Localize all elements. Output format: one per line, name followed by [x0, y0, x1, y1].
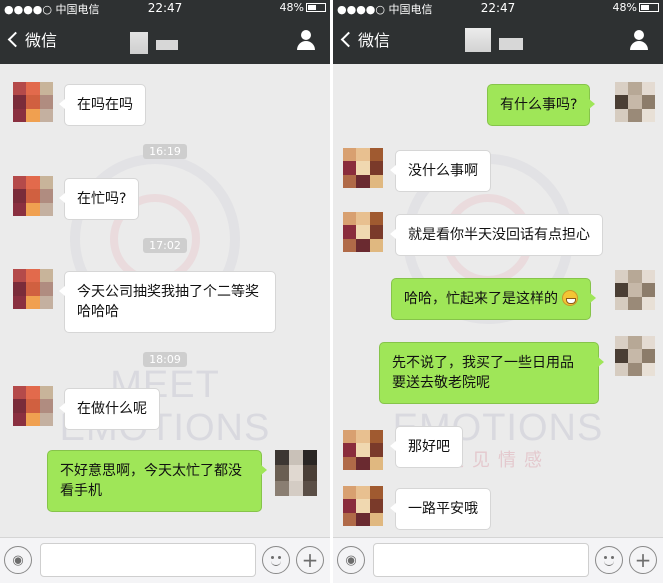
nav-bar: 微信 [0, 16, 330, 64]
emoji-icon[interactable] [595, 546, 623, 574]
back-label: 微信 [25, 31, 58, 50]
message-input[interactable] [373, 543, 589, 577]
self-avatar[interactable] [275, 450, 317, 496]
message-bubble-outgoing[interactable]: 有什么事吗? [487, 84, 596, 126]
message-bubble-outgoing[interactable]: 不好意思啊，今天太忙了都没 看手机 [47, 450, 267, 512]
voice-icon[interactable]: ◉ [4, 546, 32, 574]
message-bubble-incoming[interactable]: 在忙吗? [58, 178, 140, 220]
chevron-left-icon [340, 31, 357, 47]
status-bar: ●●●●○ 中国电信 22:47 48% [333, 0, 663, 16]
message-bubble-incoming[interactable]: 一路平安哦 [390, 488, 491, 530]
message-bubble-incoming[interactable]: 今天公司抽奖我抽了个二等奖 哈哈哈 [59, 271, 276, 333]
battery-icon [306, 3, 326, 12]
message-bubble-outgoing[interactable]: 哈哈，忙起来了是这样的 [391, 278, 597, 320]
battery-status: 48% [280, 1, 326, 14]
contact-avatar[interactable] [13, 176, 53, 216]
contact-name-blurred [130, 32, 178, 54]
contact-avatar[interactable] [13, 269, 53, 309]
right-phone-screen: ●●●●○ 中国电信 22:47 48% 微信 MEET EMOTIONS 遇见… [333, 0, 663, 583]
grin-emoji-icon [562, 290, 579, 306]
contact-avatar[interactable] [13, 82, 53, 122]
contact-avatar[interactable] [343, 486, 383, 526]
timestamp: 17:02 [0, 234, 330, 253]
message-bubble-incoming[interactable]: 没什么事啊 [390, 150, 491, 192]
input-bar: ◉ + [0, 537, 330, 583]
message-bubble-outgoing[interactable]: 先不说了，我买了一些日用品 要送去敬老院呢 [379, 342, 604, 404]
message-text: 哈哈，忙起来了是这样的 [404, 291, 558, 307]
person-icon[interactable] [296, 30, 316, 50]
back-label: 微信 [358, 31, 391, 50]
self-avatar[interactable] [615, 270, 655, 310]
left-phone-screen: ●●●●○ 中国电信 22:47 48% 微信 MEET EMOTIONS 遇见… [0, 0, 330, 583]
status-bar: ●●●●○ 中国电信 22:47 48% [0, 0, 330, 16]
contact-avatar[interactable] [343, 430, 383, 470]
back-button[interactable]: 微信 [339, 27, 390, 51]
message-input[interactable] [40, 543, 256, 577]
timestamp-label: 18:09 [143, 352, 187, 367]
self-avatar[interactable] [615, 336, 655, 376]
chevron-left-icon [7, 31, 24, 47]
timestamp-label: 16:19 [143, 144, 187, 159]
message-bubble-incoming[interactable]: 那好吧 [390, 426, 463, 468]
person-icon[interactable] [629, 30, 649, 50]
chat-area[interactable]: MEET EMOTIONS 遇见情感 在吗在吗 16:19 在忙吗? 17:02… [0, 64, 330, 537]
battery-percent: 48% [279, 1, 304, 14]
battery-icon [639, 3, 659, 12]
message-bubble-incoming[interactable]: 在做什么呢 [59, 388, 160, 430]
timestamp-label: 17:02 [143, 238, 187, 253]
input-bar: ◉ + [333, 537, 663, 583]
contact-avatar[interactable] [343, 148, 383, 188]
message-bubble-incoming[interactable]: 在吗在吗 [59, 84, 146, 126]
nav-bar: 微信 [333, 16, 663, 64]
contact-avatar[interactable] [343, 212, 383, 252]
timestamp: 18:09 [0, 348, 330, 367]
self-avatar[interactable] [615, 82, 655, 122]
voice-icon[interactable]: ◉ [337, 546, 365, 574]
back-button[interactable]: 微信 [6, 27, 57, 51]
chat-area[interactable]: MEET EMOTIONS 遇见情感 有什么事吗? 没什么事啊 就是看你半天没回… [333, 64, 663, 537]
plus-icon[interactable]: + [296, 546, 324, 574]
timestamp: 16:19 [0, 140, 330, 159]
contact-avatar[interactable] [13, 386, 53, 426]
battery-percent: 48% [612, 1, 637, 14]
plus-icon[interactable]: + [629, 546, 657, 574]
contact-name-blurred [465, 28, 523, 52]
message-bubble-incoming[interactable]: 就是看你半天没回话有点担心 [390, 214, 603, 256]
battery-status: 48% [613, 1, 659, 14]
emoji-icon[interactable] [262, 546, 290, 574]
